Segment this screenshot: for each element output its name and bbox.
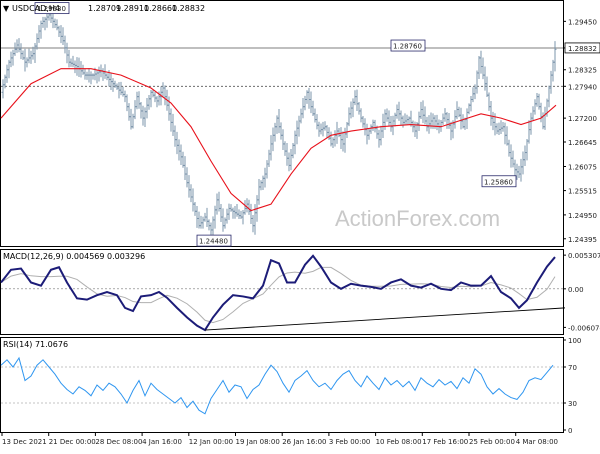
price-y-tick-label: 1.27200: [568, 115, 597, 123]
x-axis: 13 Dec 2021 21 Dec 00:00 28 Dec 08:00 4 Jan…: [1, 433, 558, 446]
watermark: ActionForex.com: [335, 206, 500, 231]
x-axis-tick-label: 26 Jan 16:00: [282, 438, 326, 446]
price-y-tick-label: 1.25515: [568, 188, 597, 196]
x-axis-tick-label: 28 Dec 08:00: [95, 438, 142, 446]
x-axis-tick-label: 4 Mar 08:00: [516, 438, 558, 446]
macd-y-tick-label: 0.005307: [568, 252, 600, 260]
rsi-panel-frame: [0, 337, 564, 433]
price-annotation-label: 1.24480: [199, 238, 228, 246]
price-y-tick-label: 1.28832: [568, 45, 597, 53]
x-axis-tick-label: 21 Dec 00:00: [49, 438, 96, 446]
x-axis-tick-label: 4 Jan 16:00: [142, 438, 182, 446]
macd-title: MACD(12,26,9) 0.004569 0.003296: [3, 252, 145, 261]
price-y-tick-label: 1.29450: [568, 18, 597, 26]
rsi-y-tick-label: 100: [568, 337, 581, 345]
price-symbol-header: USDCAD,H4: [12, 4, 60, 13]
macd-panel-frame: [0, 249, 564, 335]
price-y-tick-label: 1.26075: [568, 164, 597, 172]
x-axis-tick-label: 13 Dec 2021: [2, 438, 47, 446]
price-annotation-label: 1.25860: [484, 178, 513, 186]
price-y-tick-label: 1.24950: [568, 212, 597, 220]
usdcad-h4-chart: ActionForex.com 1.29450 1.28832 1.28325 1.2…: [0, 0, 600, 446]
price-y-tick-label: 1.28325: [568, 67, 597, 75]
price-close: 1.28832: [172, 4, 205, 13]
price-y-tick-label: 1.24395: [568, 236, 597, 244]
price-y-tick-label: 1.27940: [568, 83, 597, 91]
rsi-y-tick-label: 70: [568, 364, 577, 372]
x-axis-tick-label: 3 Feb 00:00: [329, 438, 370, 446]
dropdown-arrow-icon[interactable]: ▼: [3, 4, 10, 13]
x-axis-tick-label: 17 Feb 16:00: [422, 438, 468, 446]
price-annotation-label: 1.28760: [393, 43, 422, 51]
rsi-title: RSI(14) 71.0676: [3, 340, 68, 349]
price-y-tick-label: 1.26645: [568, 139, 597, 147]
x-axis-tick-label: 12 Jan 00:00: [189, 438, 233, 446]
macd-y-tick-label: -0.006074: [568, 324, 600, 332]
macd-y-tick-label: 0.00: [568, 286, 584, 294]
x-axis-tick-label: 10 Feb 08:00: [376, 438, 422, 446]
rsi-y-tick-label: 0: [568, 427, 572, 435]
x-axis-tick-label: 19 Jan 08:00: [236, 438, 280, 446]
x-axis-tick-label: 25 Feb 00:00: [469, 438, 515, 446]
chart-window: ActionForex.com 1.29450 1.28832 1.28325 1.2…: [0, 0, 600, 450]
rsi-y-tick-label: 30: [568, 400, 577, 408]
